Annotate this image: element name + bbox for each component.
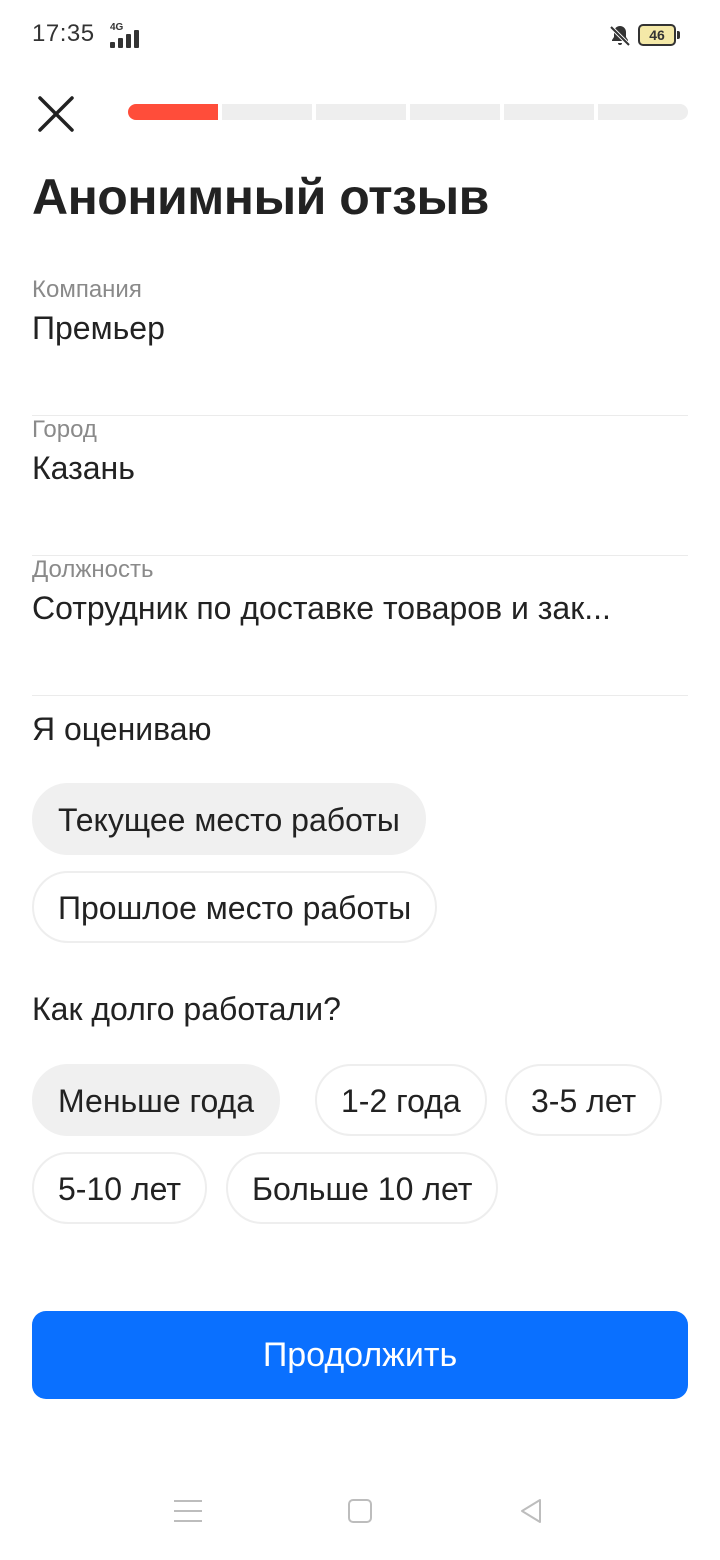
- continue-button[interactable]: Продолжить: [32, 1311, 688, 1399]
- progress-segment: [316, 104, 406, 120]
- battery-level: 46: [649, 27, 665, 43]
- chip-3-5-years[interactable]: 3-5 лет: [505, 1064, 663, 1136]
- company-label: Компания: [32, 276, 142, 303]
- menu-icon[interactable]: [174, 1498, 202, 1524]
- position-field[interactable]: Должность Сотрудник по доставке товаров …: [32, 556, 688, 696]
- position-label: Должность: [32, 556, 154, 583]
- city-field[interactable]: Город Казань: [32, 416, 688, 556]
- bell-off-icon: [608, 24, 632, 48]
- status-time: 17:35: [32, 20, 95, 47]
- progress-segment: [504, 104, 594, 120]
- page-title: Анонимный отзыв: [32, 169, 489, 225]
- chip-current-job[interactable]: Текущее место работы: [32, 783, 426, 855]
- back-icon[interactable]: [516, 1496, 546, 1526]
- city-value: Казань: [32, 450, 135, 486]
- city-label: Город: [32, 416, 97, 443]
- chip-1-2-years[interactable]: 1-2 года: [315, 1064, 487, 1136]
- duration-title: Как долго работали?: [32, 991, 341, 1027]
- battery-icon: 46: [638, 24, 676, 46]
- home-icon[interactable]: [348, 1499, 372, 1523]
- chip-5-10-years[interactable]: 5-10 лет: [32, 1152, 207, 1224]
- battery-tip: [677, 31, 680, 39]
- chip-past-job[interactable]: Прошлое место работы: [32, 871, 438, 943]
- close-icon: [38, 96, 74, 132]
- company-field[interactable]: Компания Премьер: [32, 276, 688, 416]
- progress-segment: [222, 104, 312, 120]
- company-value: Премьер: [32, 310, 165, 346]
- chip-less-than-year[interactable]: Меньше года: [32, 1064, 281, 1136]
- chip-more-than-10-years[interactable]: Больше 10 лет: [226, 1152, 499, 1224]
- close-button[interactable]: [28, 86, 84, 142]
- progress-segment: [410, 104, 500, 120]
- signal-icon: 4G: [100, 22, 142, 48]
- evaluate-title: Я оцениваю: [32, 711, 212, 747]
- progress-segment: [128, 104, 218, 120]
- status-bar: 17:35 4G 46: [0, 0, 720, 72]
- progress-segment: [598, 104, 688, 120]
- progress-bar: [128, 104, 688, 120]
- position-value: Сотрудник по доставке товаров и зак...: [32, 590, 611, 626]
